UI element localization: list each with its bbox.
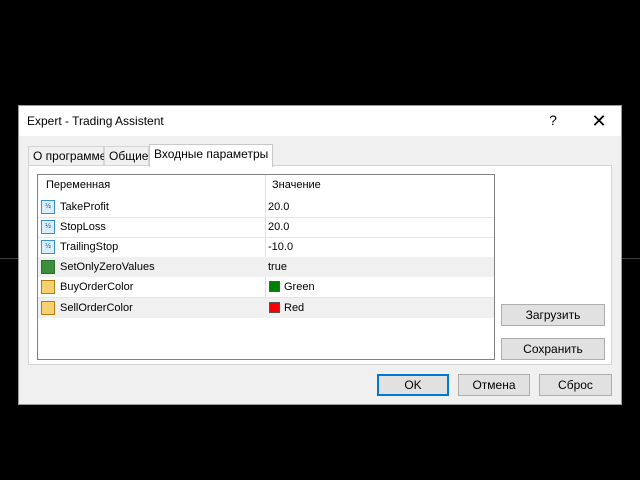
help-button[interactable]: ? <box>541 112 565 130</box>
color-swatch <box>269 302 280 313</box>
color-icon <box>41 301 55 315</box>
color-swatch <box>269 281 280 292</box>
table-row[interactable]: ½ StopLoss 20.0 <box>38 217 494 237</box>
boolean-icon <box>41 260 55 274</box>
window-title: Expert - Trading Assistent <box>27 114 164 128</box>
title-bar: Expert - Trading Assistent ? ✕ <box>19 106 621 136</box>
dialog-window: Expert - Trading Assistent ? ✕ О програм… <box>18 105 622 405</box>
cancel-button[interactable]: Отмена <box>458 374 530 396</box>
table-row[interactable]: SetOnlyZeroValues true <box>38 257 494 277</box>
param-name: SetOnlyZeroValues <box>60 261 155 273</box>
reset-button[interactable]: Сброс <box>539 374 612 396</box>
tab-common[interactable]: Общие <box>104 146 149 166</box>
param-value[interactable]: 20.0 <box>268 221 289 233</box>
param-value[interactable]: true <box>268 261 287 273</box>
background-line <box>0 258 18 259</box>
param-name: BuyOrderColor <box>60 281 134 293</box>
table-row[interactable]: SellOrderColor Red <box>38 297 494 318</box>
param-value[interactable]: -10.0 <box>268 241 293 253</box>
param-name: StopLoss <box>60 221 106 233</box>
param-name: TakeProfit <box>60 201 109 213</box>
numeric-icon: ½ <box>41 240 55 254</box>
table-header: Переменная Значение <box>38 175 494 195</box>
save-button[interactable]: Сохранить <box>501 338 605 360</box>
load-button[interactable]: Загрузить <box>501 304 605 326</box>
tab-inputs[interactable]: Входные параметры <box>149 144 273 167</box>
header-value[interactable]: Значение <box>272 179 321 191</box>
param-name: TrailingStop <box>60 241 119 253</box>
param-value[interactable]: Red <box>284 302 304 314</box>
numeric-icon: ½ <box>41 200 55 214</box>
table-row[interactable]: BuyOrderColor Green <box>38 277 494 297</box>
background-line <box>622 258 640 259</box>
close-button[interactable]: ✕ <box>585 110 613 132</box>
ok-button[interactable]: OK <box>377 374 449 396</box>
header-variable[interactable]: Переменная <box>46 179 110 191</box>
param-value[interactable]: Green <box>284 281 315 293</box>
tab-about[interactable]: О программе <box>28 146 106 166</box>
param-name: SellOrderColor <box>60 302 133 314</box>
color-icon <box>41 280 55 294</box>
param-value[interactable]: 20.0 <box>268 201 289 213</box>
tab-panel: Переменная Значение ½ TakeProfit 20.0 ½ … <box>28 165 612 365</box>
table-row[interactable]: ½ TakeProfit 20.0 <box>38 197 494 217</box>
table-row[interactable]: ½ TrailingStop -10.0 <box>38 237 494 257</box>
numeric-icon: ½ <box>41 220 55 234</box>
parameters-table: Переменная Значение ½ TakeProfit 20.0 ½ … <box>37 174 495 360</box>
